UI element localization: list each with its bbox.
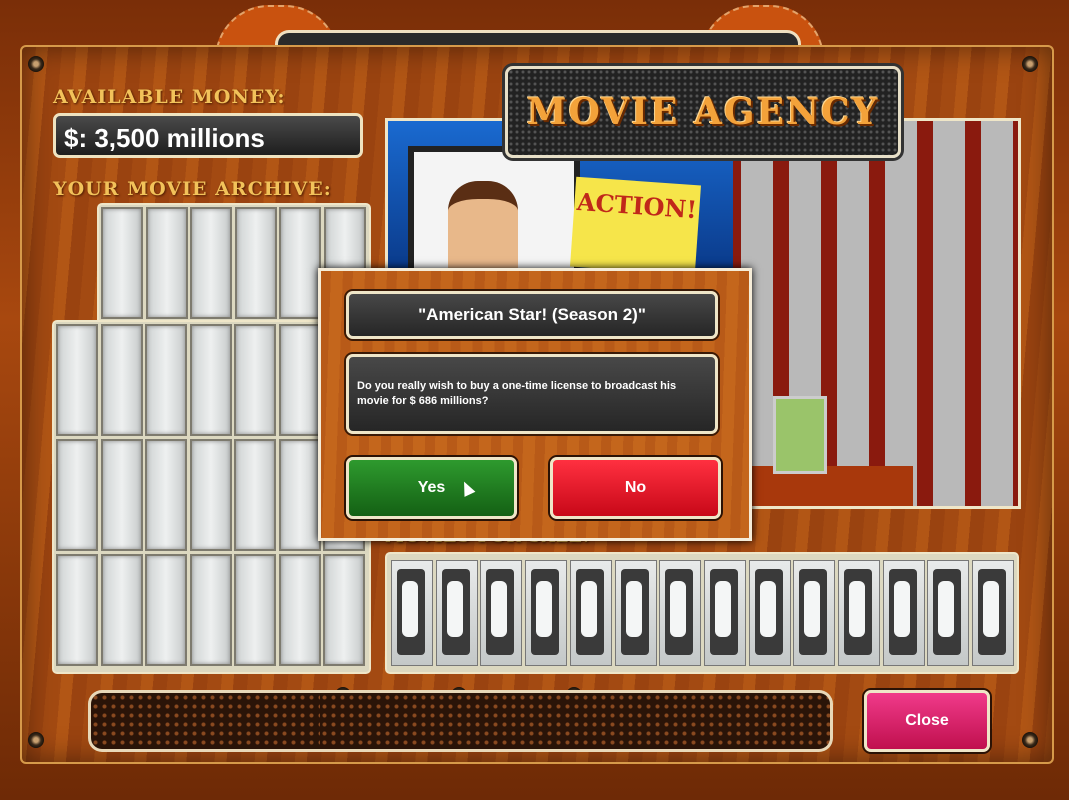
archive-slot[interactable] xyxy=(278,554,321,666)
archive-slot[interactable] xyxy=(323,554,365,666)
available-money-label: AVAILABLE MONEY: xyxy=(53,86,286,108)
movie-cassette[interactable] xyxy=(435,560,478,666)
purchase-message: Do you really wish to buy a one-time lic… xyxy=(346,354,718,434)
archive-slot[interactable] xyxy=(100,554,143,666)
archive-slot[interactable] xyxy=(145,554,187,666)
movie-cassette[interactable] xyxy=(882,560,925,666)
yes-button[interactable]: Yes xyxy=(346,457,517,519)
money-display: $: 3,500 millions xyxy=(53,113,363,158)
no-button[interactable]: No xyxy=(550,457,721,519)
archive-slot[interactable] xyxy=(145,324,187,436)
purchase-dialog: "American Star! (Season 2)" Do you reall… xyxy=(318,268,752,541)
bolt-icon xyxy=(1022,732,1038,748)
movie-cassette[interactable] xyxy=(927,560,970,666)
movie-cassette[interactable] xyxy=(659,560,702,666)
archive-slot[interactable] xyxy=(234,554,276,666)
archive-slot[interactable] xyxy=(189,439,232,551)
archive-slot[interactable] xyxy=(190,207,232,319)
bolt-icon xyxy=(28,732,44,748)
action-poster: ACTION! xyxy=(570,176,701,276)
archive-slot[interactable] xyxy=(101,207,143,319)
speaker-grill-left xyxy=(88,690,331,752)
archive-slot[interactable] xyxy=(278,439,321,551)
archive-slot[interactable] xyxy=(145,207,188,319)
archive-slot[interactable] xyxy=(56,324,98,436)
movie-cassette[interactable] xyxy=(569,560,612,666)
movie-cassette[interactable] xyxy=(614,560,657,666)
movie-cassette[interactable] xyxy=(838,560,880,666)
movies-for-sale-strip xyxy=(385,552,1019,674)
archive-slot[interactable] xyxy=(234,439,276,551)
bolt-icon xyxy=(1022,56,1038,72)
movie-cover xyxy=(773,396,827,474)
movie-cassette[interactable] xyxy=(793,560,836,666)
movie-title: "American Star! (Season 2)" xyxy=(346,291,718,339)
archive-slot[interactable] xyxy=(278,324,321,436)
movie-cassette[interactable] xyxy=(480,560,523,666)
archive-slot[interactable] xyxy=(100,439,143,551)
archive-slot[interactable] xyxy=(189,324,232,436)
archive-slot[interactable] xyxy=(234,207,277,319)
close-button[interactable]: Close xyxy=(864,690,990,752)
speaker-grill-right xyxy=(320,690,833,752)
movie-cassette[interactable] xyxy=(525,560,568,666)
archive-slot[interactable] xyxy=(279,207,321,319)
bolt-icon xyxy=(28,56,44,72)
movie-agency-title: MOVIE AGENCY xyxy=(505,66,901,158)
movie-cassette[interactable] xyxy=(391,560,433,666)
archive-slot[interactable] xyxy=(145,439,187,551)
archive-slot[interactable] xyxy=(100,324,143,436)
archive-slot[interactable] xyxy=(56,439,98,551)
movie-cassette[interactable] xyxy=(748,560,791,666)
movie-cassette[interactable] xyxy=(703,560,746,666)
archive-slot[interactable] xyxy=(189,554,232,666)
movie-cassette[interactable] xyxy=(972,560,1015,666)
movie-archive-label: YOUR MOVIE ARCHIVE: xyxy=(53,178,332,200)
archive-slot[interactable] xyxy=(234,324,276,436)
archive-slot[interactable] xyxy=(56,554,98,666)
